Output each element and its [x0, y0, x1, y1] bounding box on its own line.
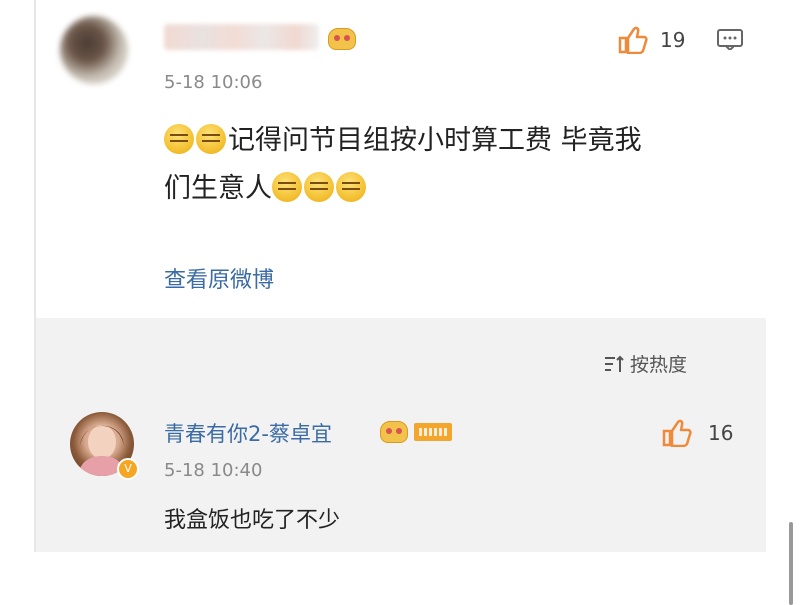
comment-text-2: 们生意人	[164, 173, 272, 204]
scrollbar[interactable]	[789, 522, 793, 605]
commenter-avatar[interactable]	[60, 16, 128, 84]
vip-badge-icon	[380, 421, 408, 443]
reply-text: 我盒饭也吃了不少	[164, 508, 341, 533]
member-tag-icon	[414, 423, 452, 441]
thumb-up-icon[interactable]	[662, 419, 692, 447]
view-original-post-link[interactable]: 查看原微博	[164, 262, 274, 294]
grinning-emoji-icon	[272, 172, 302, 202]
grinning-emoji-icon	[196, 124, 226, 154]
grinning-emoji-icon	[304, 172, 334, 202]
sort-label: 按热度	[630, 354, 688, 376]
vip-badge-icon	[328, 28, 356, 50]
comment-timestamp: 5-18 10:06	[164, 72, 263, 93]
reply-timestamp: 5-18 10:40	[164, 460, 263, 481]
comment-text-1: 记得问节目组按小时算工费 毕竟我	[228, 125, 642, 156]
sort-icon	[605, 355, 624, 372]
comment-text-line-2: 们生意人	[164, 166, 368, 212]
comment-icon[interactable]	[716, 28, 744, 50]
thumb-up-icon[interactable]	[618, 26, 648, 54]
sort-by-hotness-button[interactable]: 按热度	[604, 350, 687, 377]
reply-username[interactable]: 青春有你2-蔡卓宜	[164, 418, 332, 448]
commenter-name-blurred[interactable]	[164, 24, 319, 50]
verified-badge-icon: V	[117, 458, 139, 480]
grinning-emoji-icon	[164, 124, 194, 154]
reply-like-count: 16	[708, 421, 734, 445]
comment-like-count: 19	[660, 28, 686, 52]
comment-text-line-1: 记得问节目组按小时算工费 毕竟我	[164, 118, 642, 164]
grinning-emoji-icon	[336, 172, 366, 202]
